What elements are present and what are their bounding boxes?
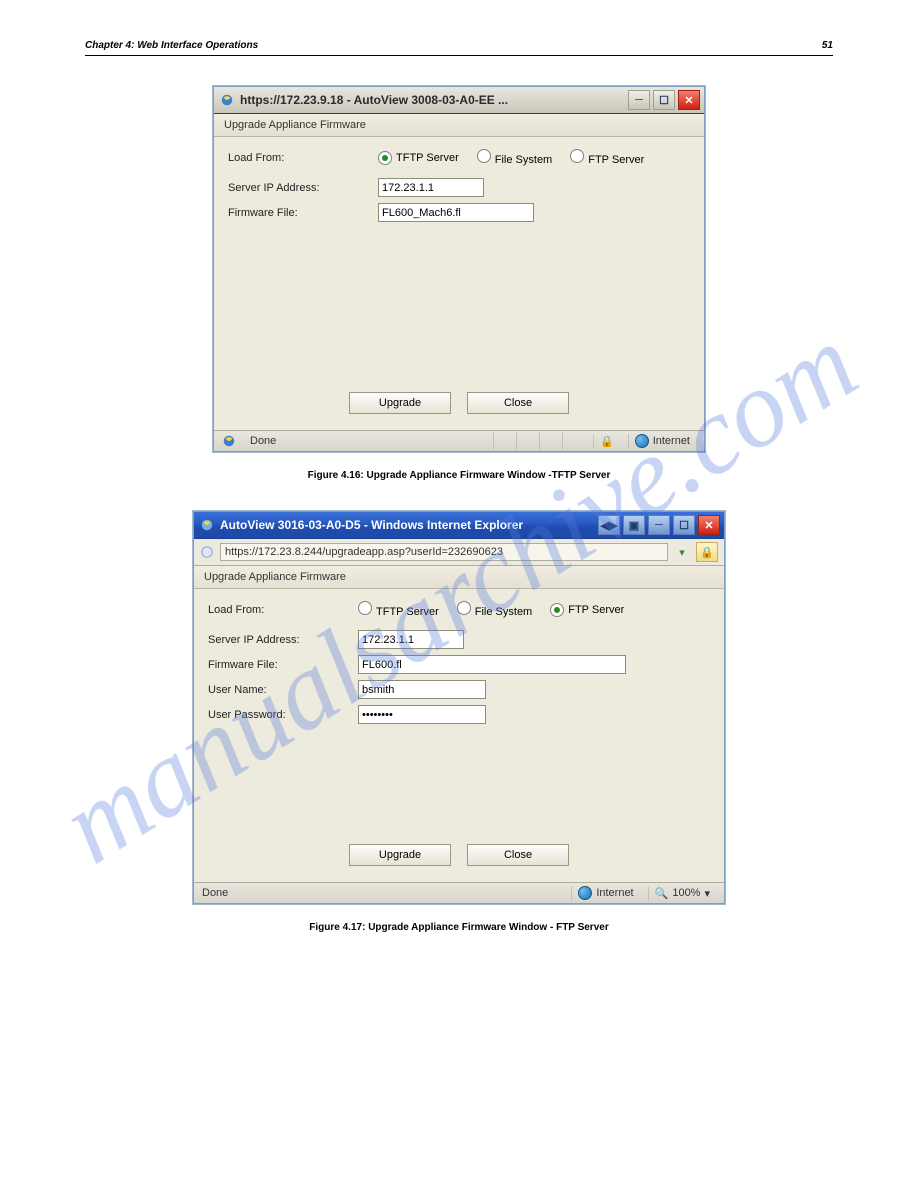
firmware-file-label: Firmware File: xyxy=(208,659,358,671)
figure-caption: Figure 4.17: Upgrade Appliance Firmware … xyxy=(85,922,833,933)
radio-filesystem[interactable]: File System xyxy=(457,601,532,618)
page-icon xyxy=(200,545,214,559)
globe-icon xyxy=(635,434,649,448)
nav-back-button[interactable]: ◀▶ xyxy=(598,515,620,535)
radio-ftp[interactable]: FTP Server xyxy=(550,603,624,617)
panel-title: Upgrade Appliance Firmware xyxy=(194,566,724,589)
firmware-file-label: Firmware File: xyxy=(228,207,378,219)
radio-tftp[interactable]: TFTP Server xyxy=(358,601,439,618)
lock-icon: 🔒 xyxy=(696,542,718,562)
ie-icon xyxy=(222,434,236,448)
radio-label: TFTP Server xyxy=(396,152,459,164)
server-ip-input[interactable] xyxy=(378,178,484,197)
close-button[interactable]: ✕ xyxy=(698,515,720,535)
server-ip-label: Server IP Address: xyxy=(208,634,358,646)
radio-label: FTP Server xyxy=(588,154,644,166)
window-title: AutoView 3016-03-A0-D5 - Windows Interne… xyxy=(220,518,598,532)
zoom-value: 100% xyxy=(672,887,700,899)
user-password-input[interactable] xyxy=(358,705,486,724)
firmware-file-input[interactable] xyxy=(358,655,626,674)
zone-text: Internet xyxy=(653,435,690,447)
firmware-file-input[interactable] xyxy=(378,203,534,222)
tile-button[interactable]: ▣ xyxy=(623,515,645,535)
radio-label: TFTP Server xyxy=(376,606,439,618)
figure-caption: Figure 4.16: Upgrade Appliance Firmware … xyxy=(85,470,833,481)
radio-label: File System xyxy=(495,154,552,166)
maximize-button[interactable]: ☐ xyxy=(673,515,695,535)
radio-filesystem[interactable]: File System xyxy=(477,149,552,166)
user-name-input[interactable] xyxy=(358,680,486,699)
upgrade-button[interactable]: Upgrade xyxy=(349,844,451,866)
header-page-number: 51 xyxy=(822,40,833,51)
titlebar[interactable]: AutoView 3016-03-A0-D5 - Windows Interne… xyxy=(194,512,724,539)
address-bar: https://172.23.8.244/upgradeapp.asp?user… xyxy=(194,539,724,566)
magnifier-icon: 🔍 xyxy=(655,887,669,900)
globe-icon xyxy=(578,886,592,900)
radio-label: FTP Server xyxy=(568,604,624,616)
url-input[interactable]: https://172.23.8.244/upgradeapp.asp?user… xyxy=(220,543,668,561)
status-bar: Done Internet 🔍 100% ▾ xyxy=(194,882,724,903)
user-password-label: User Password: xyxy=(208,709,358,721)
panel-title: Upgrade Appliance Firmware xyxy=(214,114,704,137)
header-chapter: Chapter 4: Web Interface Operations xyxy=(85,40,258,51)
upgrade-firmware-window-ftp: AutoView 3016-03-A0-D5 - Windows Interne… xyxy=(193,511,725,904)
radio-icon xyxy=(457,601,471,615)
upgrade-button[interactable]: Upgrade xyxy=(349,392,451,414)
radio-tftp[interactable]: TFTP Server xyxy=(378,151,459,165)
header-rule xyxy=(85,55,833,56)
form-body: Load From: TFTP Server File System FTP S… xyxy=(214,137,704,430)
close-button[interactable]: ✕ xyxy=(678,90,700,110)
minimize-button[interactable]: ─ xyxy=(628,90,650,110)
titlebar[interactable]: https://172.23.9.18 - AutoView 3008-03-A… xyxy=(214,87,704,114)
ie-icon xyxy=(200,518,214,532)
form-body: Load From: TFTP Server File System FTP S… xyxy=(194,589,724,882)
radio-icon xyxy=(570,149,584,163)
radio-ftp[interactable]: FTP Server xyxy=(570,149,644,166)
maximize-button[interactable]: ☐ xyxy=(653,90,675,110)
chevron-down-icon: ▾ xyxy=(704,887,710,900)
server-ip-input[interactable] xyxy=(358,630,464,649)
server-ip-label: Server IP Address: xyxy=(228,182,378,194)
status-text: Done xyxy=(250,435,276,447)
window-title: https://172.23.9.18 - AutoView 3008-03-A… xyxy=(240,93,628,107)
radio-icon xyxy=(477,149,491,163)
radio-icon xyxy=(550,603,564,617)
lock-icon: 🔒 xyxy=(600,435,614,448)
go-dropdown-icon[interactable]: ▾ xyxy=(674,544,690,560)
zoom-control[interactable]: 🔍 100% ▾ xyxy=(648,887,716,900)
zone-text: Internet xyxy=(596,887,633,899)
minimize-button[interactable]: ─ xyxy=(648,515,670,535)
upgrade-firmware-window-tftp: https://172.23.9.18 - AutoView 3008-03-A… xyxy=(213,86,705,452)
close-button[interactable]: Close xyxy=(467,844,569,866)
status-text: Done xyxy=(202,887,228,899)
page-header: Chapter 4: Web Interface Operations 51 xyxy=(85,40,833,51)
radio-label: File System xyxy=(475,606,532,618)
load-from-label: Load From: xyxy=(228,152,378,164)
status-bar: Done 🔒 Internet xyxy=(214,430,704,451)
radio-icon xyxy=(378,151,392,165)
load-from-label: Load From: xyxy=(208,604,358,616)
close-button[interactable]: Close xyxy=(467,392,569,414)
ie-icon xyxy=(220,93,234,107)
radio-icon xyxy=(358,601,372,615)
user-name-label: User Name: xyxy=(208,684,358,696)
